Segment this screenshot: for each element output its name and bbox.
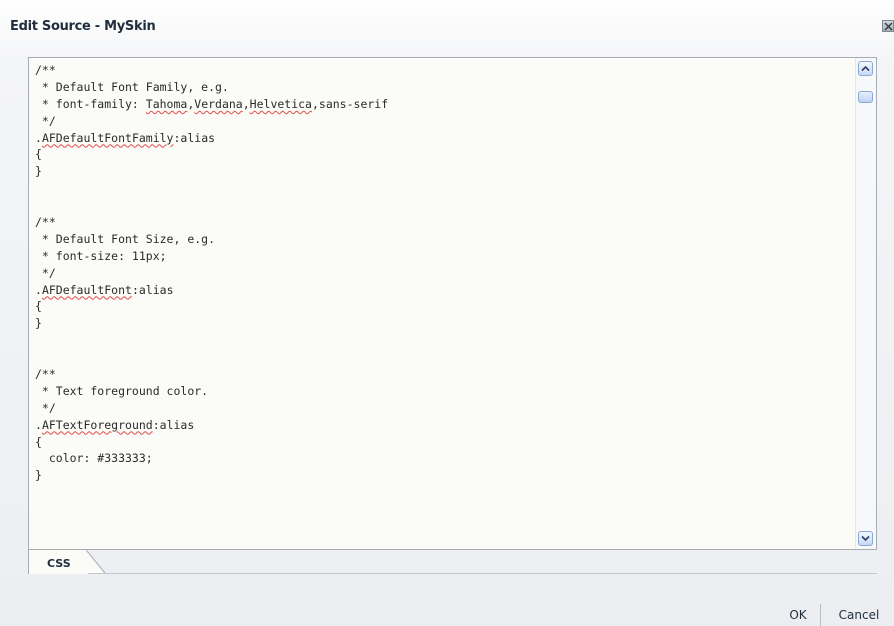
code-line: } <box>35 468 42 483</box>
code-line: .AFDefaultFont:alias <box>35 282 174 297</box>
code-line: { <box>35 434 42 449</box>
tab-edge <box>86 550 106 574</box>
code-line: /** <box>35 367 56 382</box>
close-icon[interactable] <box>882 20 894 32</box>
code-line: color: #333333; <box>35 451 153 466</box>
button-divider <box>820 604 821 626</box>
code-line: * font-family: Tahoma,Verdana,Helvetica,… <box>35 96 389 111</box>
misspelled-word: Verdana <box>194 96 243 111</box>
cancel-button[interactable]: Cancel <box>827 604 891 626</box>
scroll-down-button[interactable] <box>858 531 873 546</box>
code-line: { <box>35 299 42 314</box>
code-line: * font-size: 11px; <box>35 248 167 263</box>
ok-button[interactable]: OK <box>781 604 815 626</box>
code-line: * Default Font Size, e.g. <box>35 231 216 246</box>
dialog-title: Edit Source - MySkin <box>10 19 156 34</box>
chevron-up-icon <box>861 65 870 72</box>
misspelled-word: AFDefaultFont <box>41 282 132 297</box>
code-line: * Text foreground color. <box>35 383 209 398</box>
code-line: .AFDefaultFontFamily:alias <box>35 130 216 145</box>
chevron-down-icon <box>861 535 870 542</box>
code-line: } <box>35 316 42 331</box>
css-source-text[interactable]: /** * Default Font Family, e.g. * font-f… <box>35 62 388 484</box>
code-line: /** <box>35 215 56 230</box>
code-line: */ <box>35 113 56 128</box>
misspelled-word: Tahoma <box>145 96 188 111</box>
code-line: } <box>35 164 42 179</box>
scroll-up-button[interactable] <box>858 61 873 76</box>
code-line: .AFTextForeground:alias <box>35 417 195 432</box>
code-line: * Default Font Family, e.g. <box>35 79 229 94</box>
tab-bar-divider <box>28 573 877 574</box>
source-editor[interactable]: /** * Default Font Family, e.g. * font-f… <box>28 57 877 550</box>
misspelled-word: AFTextForeground <box>41 417 153 432</box>
code-line: */ <box>35 400 56 415</box>
tab-css[interactable]: CSS <box>28 550 88 574</box>
scrollbar-thumb[interactable] <box>858 91 873 103</box>
code-line: { <box>35 147 42 162</box>
tab-css-label: CSS <box>47 557 71 570</box>
edit-source-dialog: Edit Source - MySkin /** * Default Font … <box>0 0 894 626</box>
misspelled-word: Helvetica <box>249 96 312 111</box>
code-line: */ <box>35 265 56 280</box>
code-line: /** <box>35 63 56 77</box>
editor-tab-bar: CSS <box>28 550 877 576</box>
vertical-scrollbar[interactable] <box>855 58 876 549</box>
misspelled-word: AFDefaultFontFamily <box>41 130 174 145</box>
